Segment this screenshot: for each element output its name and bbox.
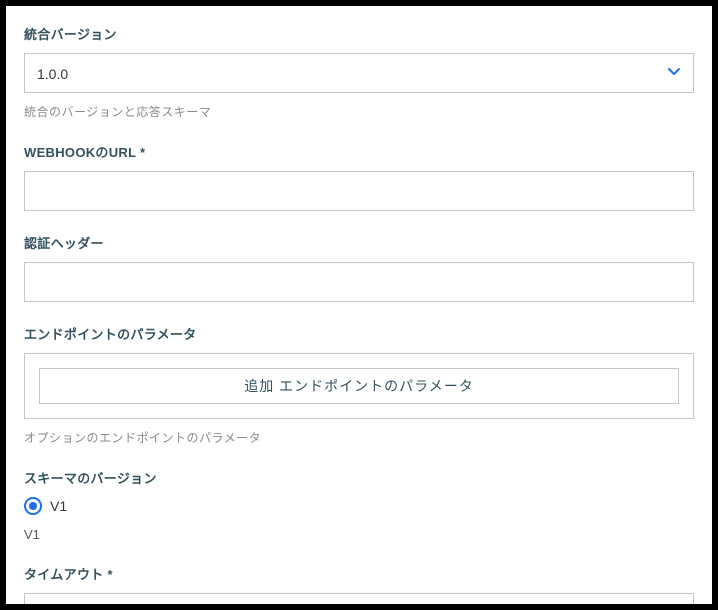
endpoint-params-label: エンドポイントのパラメータ bbox=[24, 324, 694, 343]
schema-version-help: V1 bbox=[24, 527, 694, 542]
timeout-label: タイムアウト * bbox=[24, 564, 694, 583]
endpoint-params-box: 追加 エンドポイントのパラメータ bbox=[24, 353, 694, 419]
timeout-field: タイムアウト * bbox=[24, 564, 694, 604]
add-endpoint-param-button[interactable]: 追加 エンドポイントのパラメータ bbox=[39, 368, 679, 404]
schema-version-option-v1[interactable]: V1 bbox=[24, 497, 694, 515]
auth-header-label: 認証ヘッダー bbox=[24, 233, 694, 252]
integration-version-value: 1.0.0 bbox=[24, 53, 694, 93]
integration-version-help: 統合のバージョンと応答スキーマ bbox=[24, 103, 694, 120]
form-frame: 統合バージョン 1.0.0 統合のバージョンと応答スキーマ WEBHOOKのUR… bbox=[0, 0, 718, 610]
webhook-url-input[interactable] bbox=[24, 171, 694, 211]
integration-version-select[interactable]: 1.0.0 bbox=[24, 53, 694, 93]
radio-selected-icon bbox=[24, 497, 42, 515]
integration-version-field: 統合バージョン 1.0.0 統合のバージョンと応答スキーマ bbox=[24, 24, 694, 120]
schema-version-option-label: V1 bbox=[50, 498, 67, 514]
schema-version-label: スキーマのバージョン bbox=[24, 468, 694, 487]
schema-version-field: スキーマのバージョン V1 V1 bbox=[24, 468, 694, 542]
form-panel: 統合バージョン 1.0.0 統合のバージョンと応答スキーマ WEBHOOKのUR… bbox=[6, 6, 712, 604]
webhook-url-field: WEBHOOKのURL * bbox=[24, 142, 694, 211]
endpoint-params-field: エンドポイントのパラメータ 追加 エンドポイントのパラメータ オプションのエンド… bbox=[24, 324, 694, 446]
endpoint-params-help: オプションのエンドポイントのパラメータ bbox=[24, 429, 694, 446]
auth-header-field: 認証ヘッダー bbox=[24, 233, 694, 302]
webhook-url-label: WEBHOOKのURL * bbox=[24, 142, 694, 161]
timeout-input[interactable] bbox=[24, 593, 694, 604]
auth-header-input[interactable] bbox=[24, 262, 694, 302]
integration-version-label: 統合バージョン bbox=[24, 24, 694, 43]
